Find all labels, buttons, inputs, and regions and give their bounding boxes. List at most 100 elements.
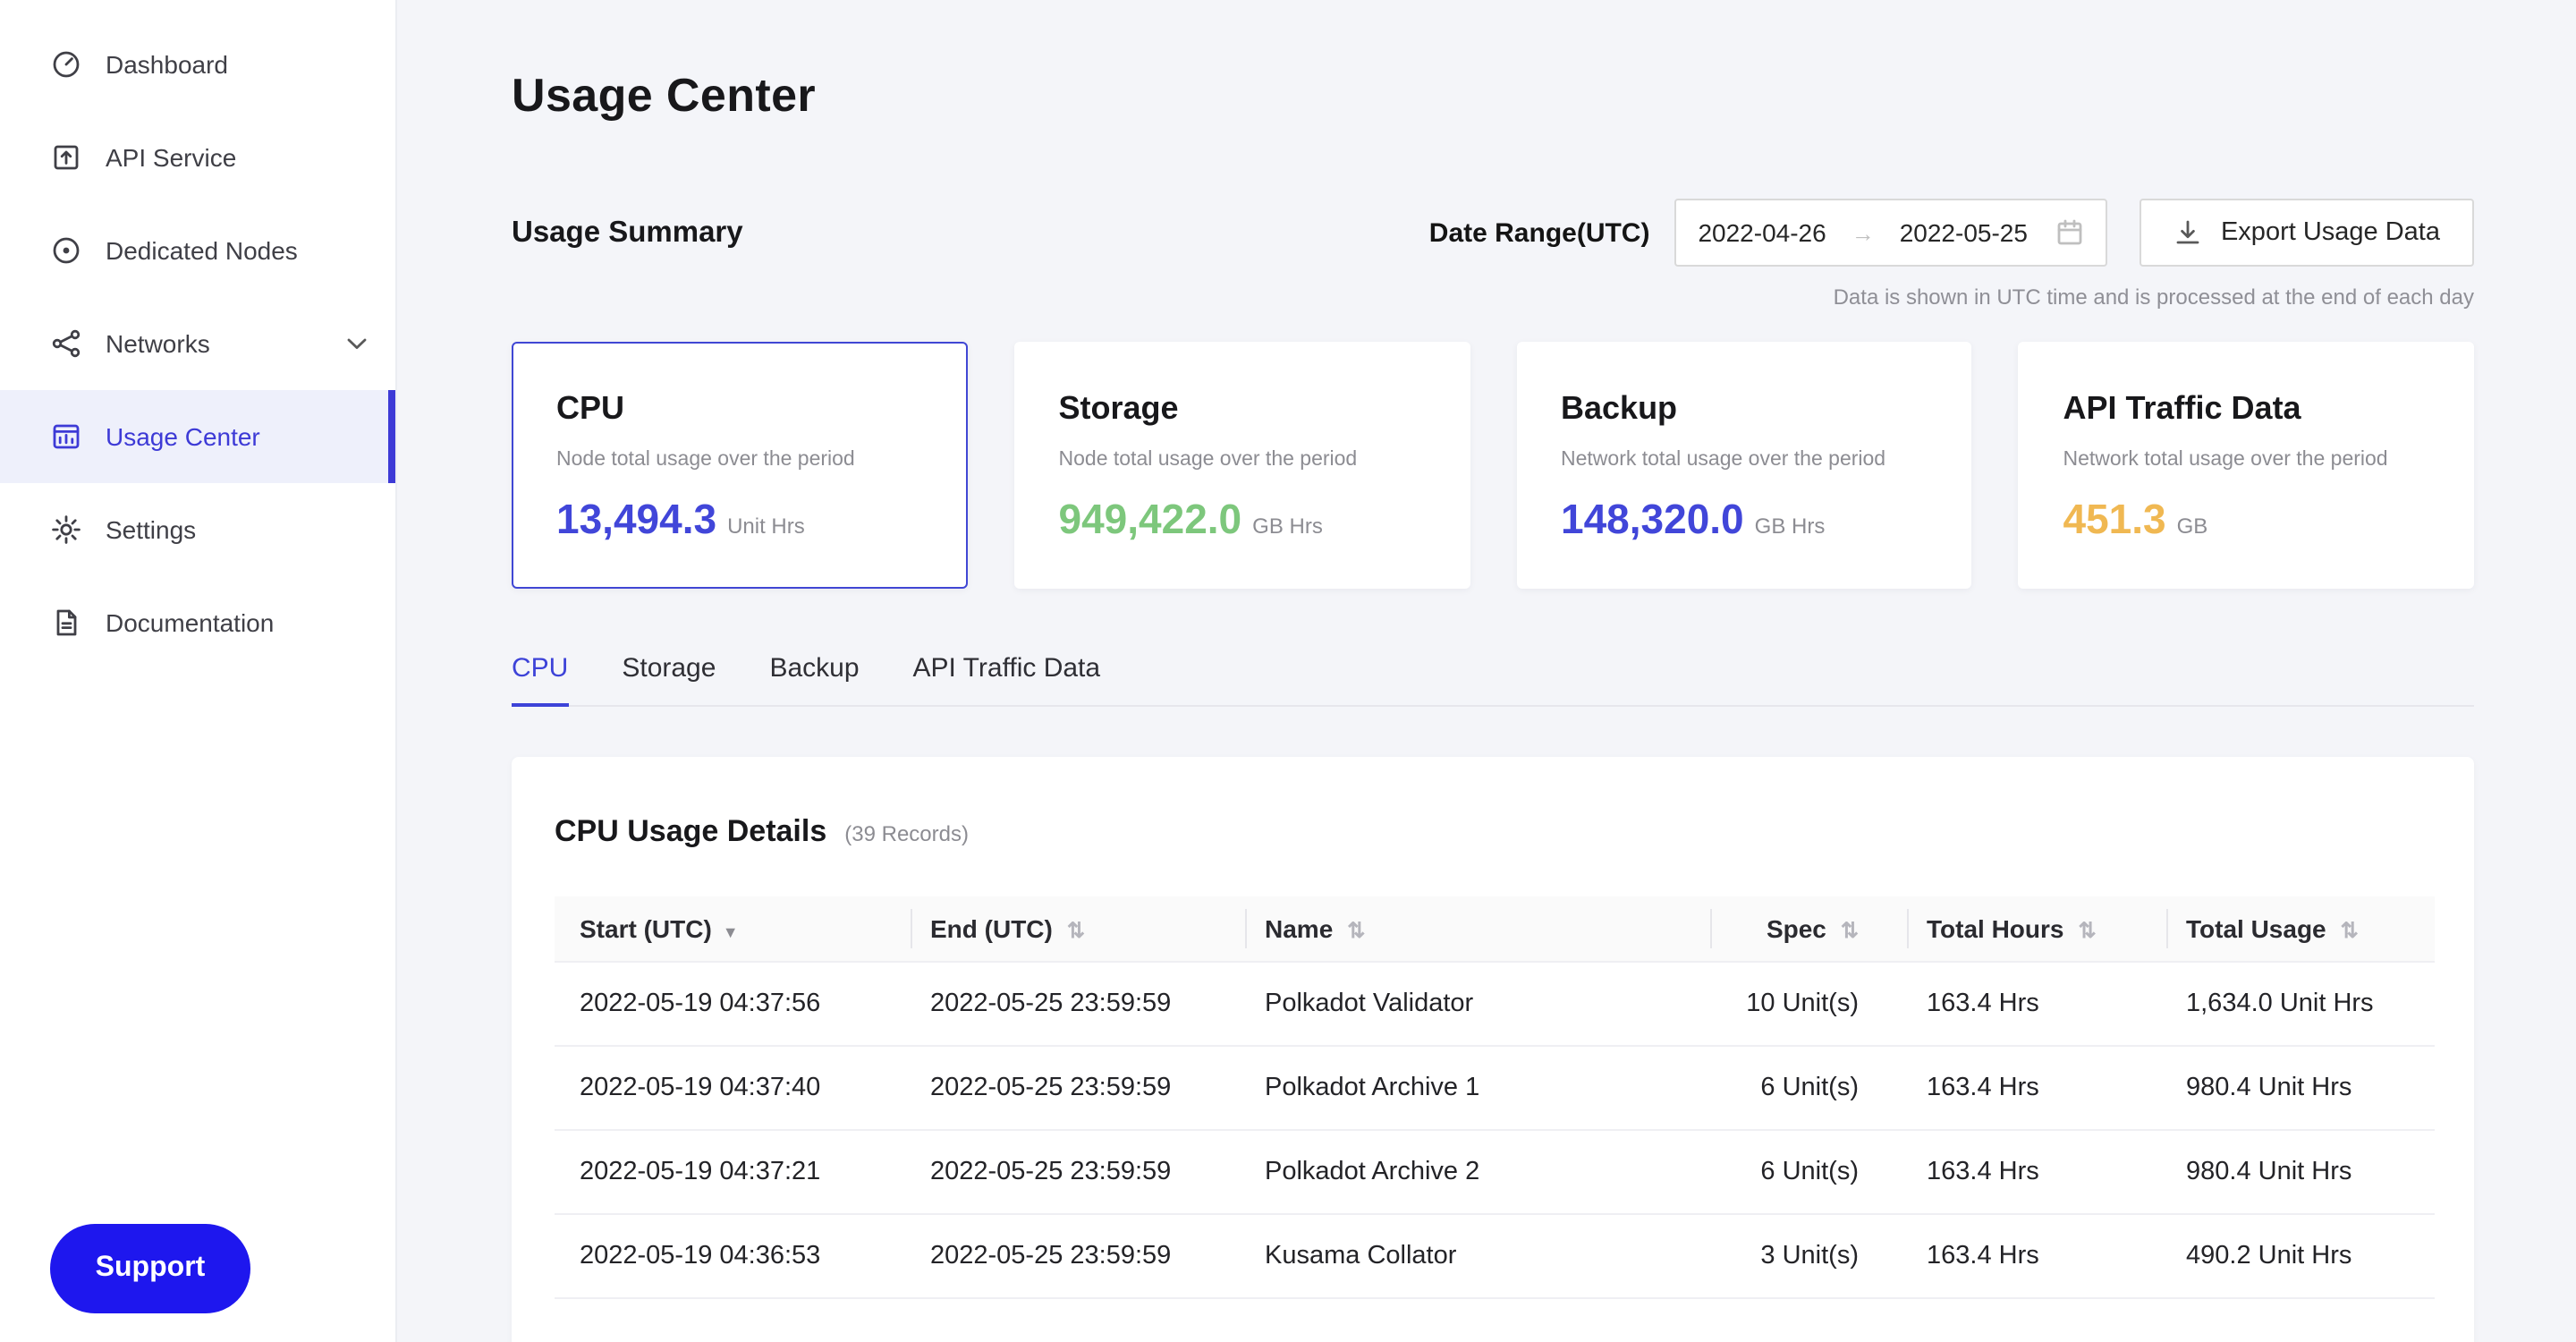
gear-icon [50, 514, 82, 546]
page-title: Usage Center [512, 68, 2474, 123]
card-value-number: 148,320.0 [1561, 496, 1744, 544]
sidebar: Dashboard API Service Dedicated Nodes Ne… [0, 0, 397, 1342]
usage-tabs: CPU Storage Backup API Traffic Data [512, 653, 2474, 707]
sort-icon[interactable]: ⇅ [1067, 918, 1085, 943]
cell-total-usage: 1,634.0 Unit Hrs [2168, 961, 2435, 1045]
tab-storage[interactable]: Storage [622, 653, 716, 705]
cell-end: 2022-05-25 23:59:59 [912, 1045, 1247, 1129]
cell-end: 2022-05-25 23:59:59 [912, 961, 1247, 1045]
details-title-row: CPU Usage Details (39 Records) [555, 814, 2435, 850]
summary-card-storage[interactable]: Storage Node total usage over the period… [1014, 342, 1470, 589]
card-title: API Traffic Data [2063, 390, 2430, 428]
records-count: (39 Records) [844, 821, 969, 846]
column-header-end-utc[interactable]: End (UTC)⇅ [912, 896, 1247, 961]
tab-cpu[interactable]: CPU [512, 653, 568, 705]
app-window: Dashboard API Service Dedicated Nodes Ne… [0, 0, 2576, 1342]
dedicated-nodes-icon [50, 234, 82, 267]
cell-total-usage: 980.4 Unit Hrs [2168, 1129, 2435, 1213]
summary-cards: CPU Node total usage over the period 13,… [512, 342, 2474, 589]
cell-name: Polkadot Validator [1247, 961, 1712, 1045]
summary-card-backup[interactable]: Backup Network total usage over the peri… [1516, 342, 1972, 589]
date-start-value[interactable]: 2022-04-26 [1698, 218, 1826, 247]
usage-center-icon [50, 420, 82, 453]
cell-start: 2022-05-19 04:37:21 [555, 1129, 912, 1213]
card-value-number: 949,422.0 [1059, 496, 1242, 544]
cell-total-hours: 163.4 Hrs [1909, 961, 2168, 1045]
table-row: 2022-05-19 04:37:40 2022-05-25 23:59:59 … [555, 1045, 2435, 1129]
card-value: 949,422.0 GB Hrs [1059, 496, 1426, 544]
cell-end: 2022-05-25 23:59:59 [912, 1213, 1247, 1297]
main-content: Usage Center Usage Summary Date Range(UT… [397, 0, 2576, 1342]
cell-end: 2022-05-25 23:59:59 [912, 1129, 1247, 1213]
card-value-unit: GB Hrs [1252, 514, 1323, 539]
sidebar-item-dedicated-nodes[interactable]: Dedicated Nodes [0, 204, 395, 297]
cell-name: Kusama Collator [1247, 1213, 1712, 1297]
table-header-row: Start (UTC)▼ End (UTC)⇅ Name⇅ Spec⇅ Tota [555, 896, 2435, 961]
column-header-start-utc[interactable]: Start (UTC)▼ [555, 896, 912, 961]
export-usage-data-button[interactable]: Export Usage Data [2140, 199, 2474, 267]
date-end-value[interactable]: 2022-05-25 [1900, 218, 2028, 247]
sidebar-item-api-service[interactable]: API Service [0, 111, 395, 204]
api-service-icon [50, 141, 82, 174]
cell-name: Polkadot Archive 1 [1247, 1045, 1712, 1129]
sort-icon[interactable]: ⇅ [2079, 918, 2097, 943]
sidebar-item-label: Dedicated Nodes [106, 236, 298, 265]
cpu-usage-details-card: CPU Usage Details (39 Records) Start (UT… [512, 757, 2474, 1342]
sort-desc-icon[interactable]: ▼ [723, 923, 739, 941]
card-title: CPU [556, 390, 923, 428]
card-value-number: 451.3 [2063, 496, 2166, 544]
card-value: 451.3 GB [2063, 496, 2430, 544]
sidebar-item-label: Settings [106, 515, 196, 544]
usage-table: Start (UTC)▼ End (UTC)⇅ Name⇅ Spec⇅ Tota [555, 896, 2435, 1298]
cell-spec: 6 Unit(s) [1712, 1045, 1909, 1129]
sidebar-item-label: Networks [106, 329, 210, 358]
section-title: Usage Summary [512, 216, 743, 250]
sidebar-item-documentation[interactable]: Documentation [0, 576, 395, 669]
date-range-picker[interactable]: 2022-04-26 → 2022-05-25 [1674, 199, 2108, 267]
cell-total-usage: 490.2 Unit Hrs [2168, 1213, 2435, 1297]
card-value: 13,494.3 Unit Hrs [556, 496, 923, 544]
card-value-unit: GB [2177, 514, 2208, 539]
networks-icon [50, 327, 82, 360]
card-subtitle: Node total usage over the period [1059, 449, 1426, 471]
date-range-label: Date Range(UTC) [1429, 217, 1650, 248]
table-row: 2022-05-19 04:37:21 2022-05-25 23:59:59 … [555, 1129, 2435, 1213]
calendar-icon [2056, 218, 2085, 247]
sidebar-item-label: Documentation [106, 608, 274, 637]
tab-backup[interactable]: Backup [769, 653, 859, 705]
card-value-number: 13,494.3 [556, 496, 716, 544]
summary-card-cpu[interactable]: CPU Node total usage over the period 13,… [512, 342, 968, 589]
sidebar-item-settings[interactable]: Settings [0, 483, 395, 576]
cell-spec: 3 Unit(s) [1712, 1213, 1909, 1297]
sort-icon[interactable]: ⇅ [1347, 918, 1365, 943]
column-header-spec[interactable]: Spec⇅ [1712, 896, 1909, 961]
cell-start: 2022-05-19 04:37:40 [555, 1045, 912, 1129]
tab-api-traffic-data[interactable]: API Traffic Data [913, 653, 1101, 705]
summary-header-row: Usage Summary Date Range(UTC) 2022-04-26… [512, 199, 2474, 267]
column-header-total-usage[interactable]: Total Usage⇅ [2168, 896, 2435, 961]
sidebar-item-label: Dashboard [106, 50, 228, 79]
chevron-down-icon [347, 337, 367, 350]
cell-total-hours: 163.4 Hrs [1909, 1213, 2168, 1297]
cell-name: Polkadot Archive 2 [1247, 1129, 1712, 1213]
sidebar-item-label: Usage Center [106, 422, 260, 451]
download-icon [2174, 218, 2203, 247]
summary-card-api-traffic[interactable]: API Traffic Data Network total usage ove… [2019, 342, 2475, 589]
column-header-total-hours[interactable]: Total Hours⇅ [1909, 896, 2168, 961]
card-title: Backup [1561, 390, 1928, 428]
cell-spec: 6 Unit(s) [1712, 1129, 1909, 1213]
sort-icon[interactable]: ⇅ [2341, 918, 2359, 943]
sidebar-item-networks[interactable]: Networks [0, 297, 395, 390]
sidebar-item-dashboard[interactable]: Dashboard [0, 18, 395, 111]
table-row: 2022-05-19 04:36:53 2022-05-25 23:59:59 … [555, 1213, 2435, 1297]
column-header-name[interactable]: Name⇅ [1247, 896, 1712, 961]
cell-total-hours: 163.4 Hrs [1909, 1045, 2168, 1129]
card-subtitle: Network total usage over the period [1561, 449, 1928, 471]
card-subtitle: Network total usage over the period [2063, 449, 2430, 471]
support-button[interactable]: Support [50, 1224, 250, 1313]
sidebar-item-usage-center[interactable]: Usage Center [0, 390, 395, 483]
sort-icon[interactable]: ⇅ [1841, 918, 1859, 943]
cell-total-hours: 163.4 Hrs [1909, 1129, 2168, 1213]
cell-start: 2022-05-19 04:36:53 [555, 1213, 912, 1297]
dashboard-icon [50, 48, 82, 81]
